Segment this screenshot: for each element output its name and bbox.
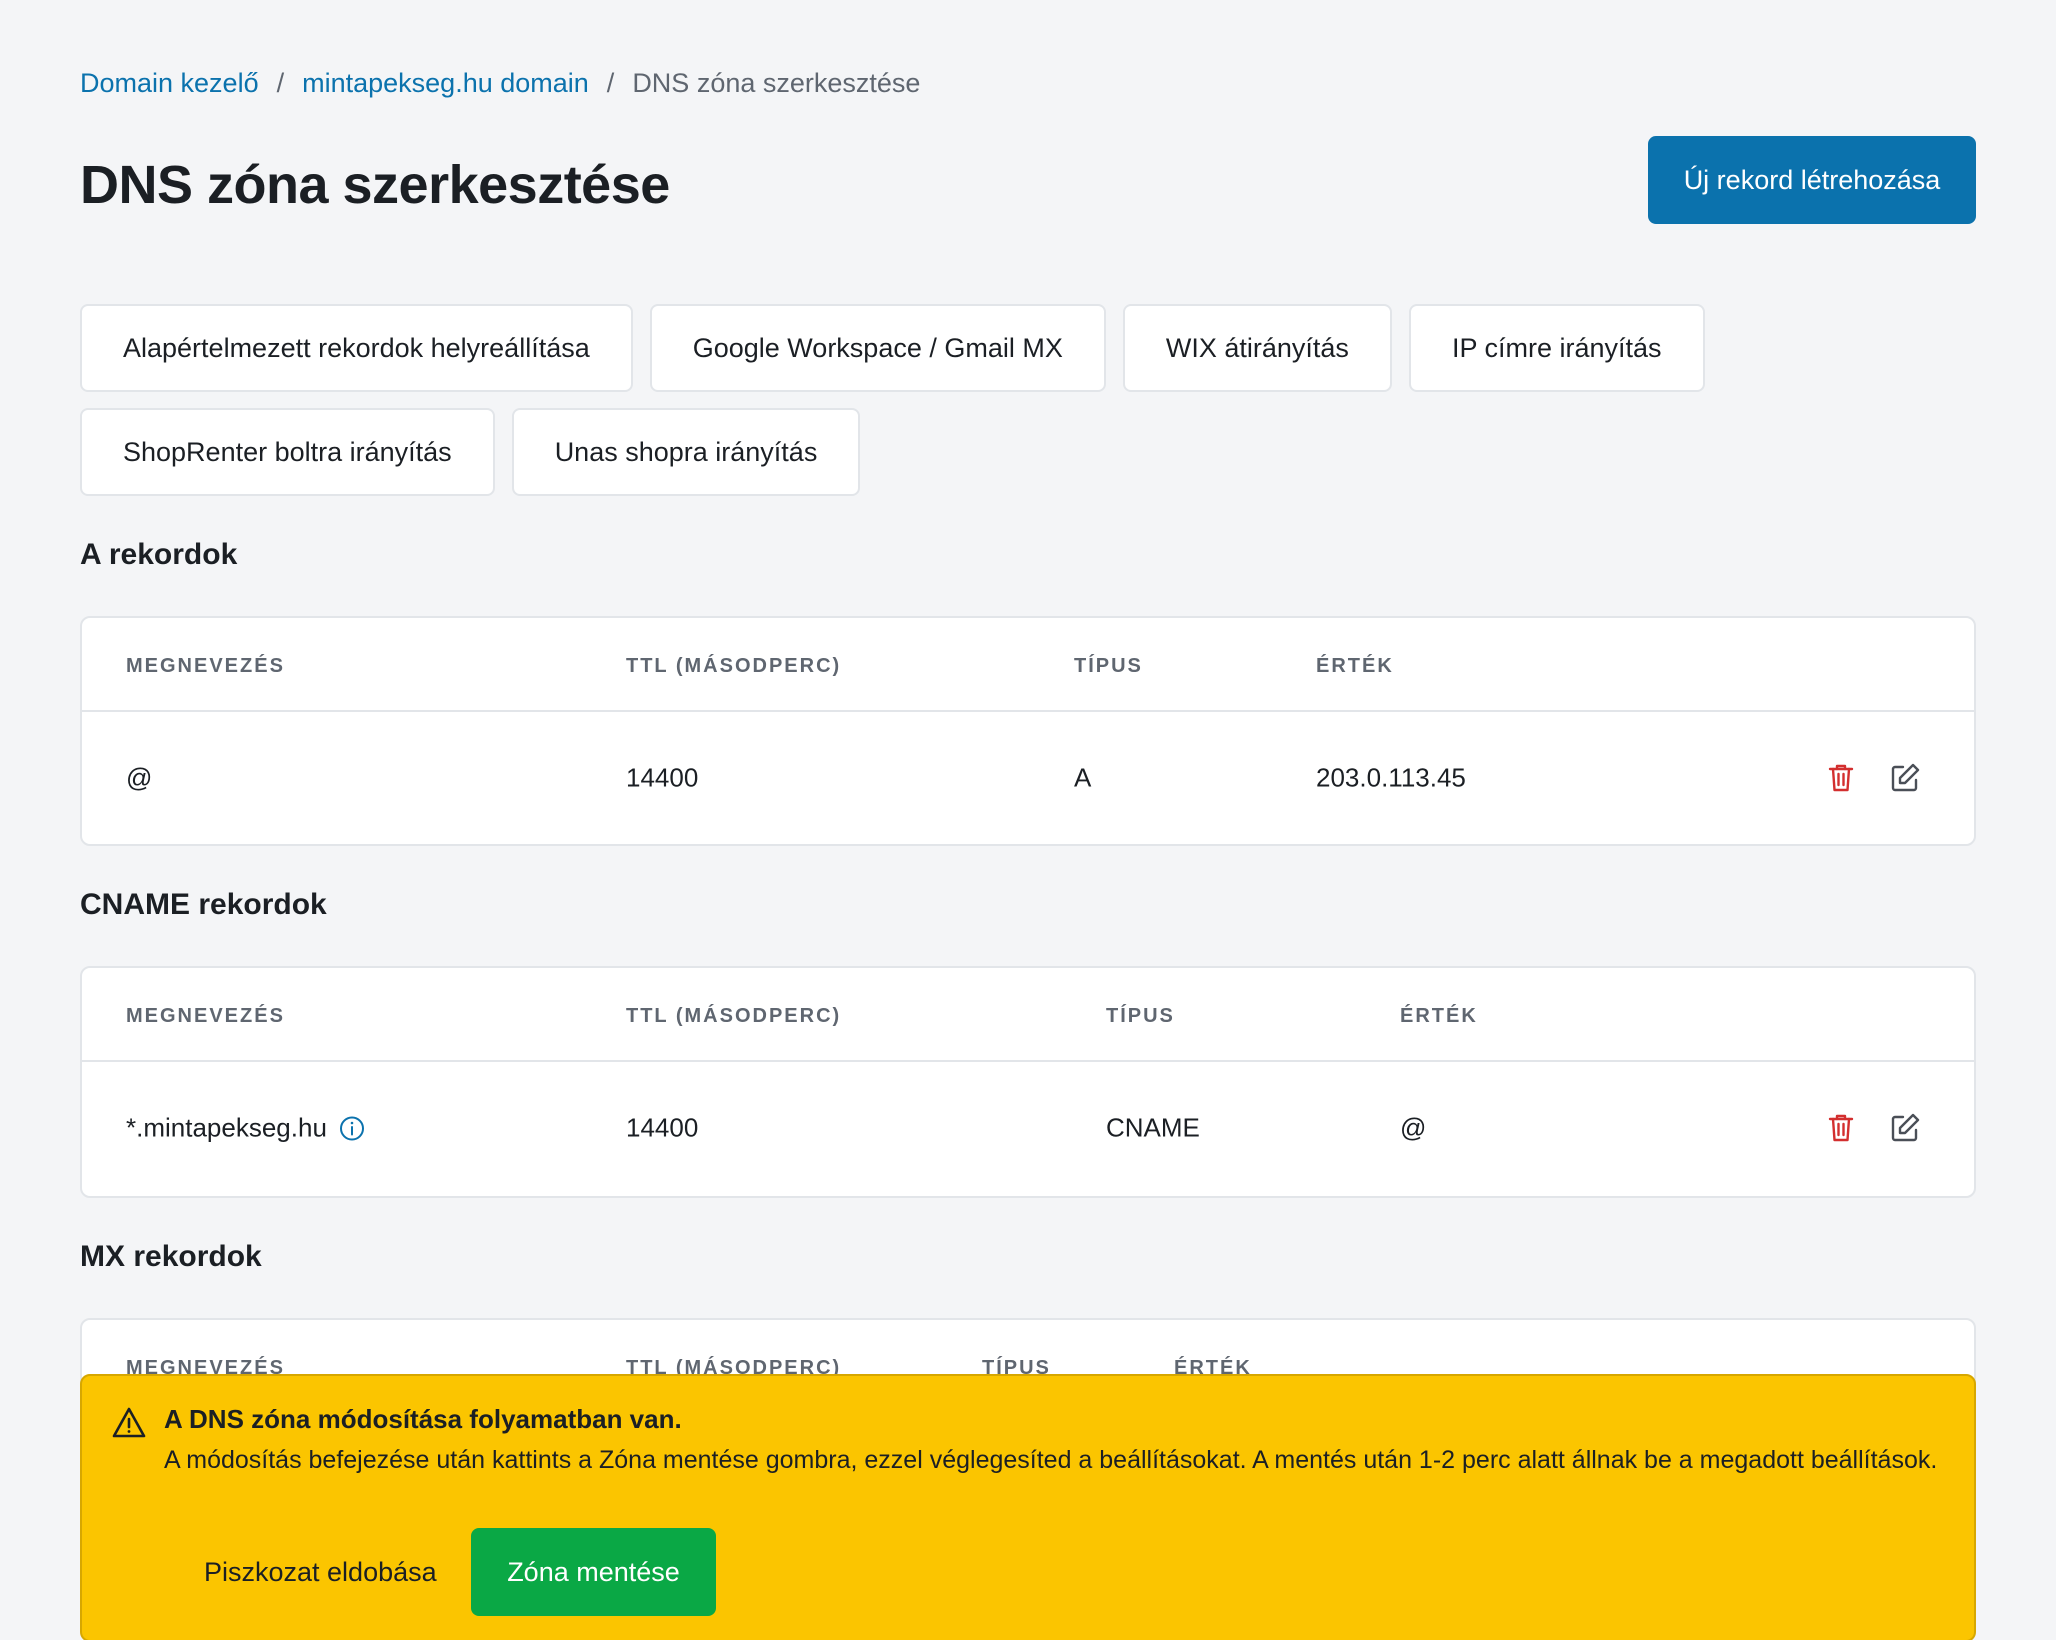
column-ttl: TTL (MÁSODPERC) xyxy=(626,655,842,677)
breadcrumb-separator: / xyxy=(606,68,615,98)
a-records-title: A rekordok xyxy=(80,538,238,571)
banner-title: A DNS zóna módosítása folyamatban van. xyxy=(164,1404,682,1434)
row-actions xyxy=(1824,761,1922,795)
breadcrumb-domain[interactable]: mintapekseg.hu domain xyxy=(302,68,589,99)
column-value: ÉRTÉK xyxy=(1316,655,1394,677)
warning-icon xyxy=(112,1406,146,1440)
column-value: ÉRTÉK xyxy=(1400,1005,1478,1027)
table-row: *.mintapekseg.hu 14400 CNAME @ xyxy=(82,1062,1974,1194)
breadcrumb: Domain kezelő / mintapekseg.hu domain / … xyxy=(80,68,920,99)
record-value: 203.0.113.45 xyxy=(1316,762,1466,793)
record-type: CNAME xyxy=(1106,1112,1200,1143)
column-name: MEGNEVEZÉS xyxy=(126,1005,285,1027)
breadcrumb-domain-manager[interactable]: Domain kezelő xyxy=(80,68,259,99)
save-zone-button[interactable]: Zóna mentése xyxy=(471,1528,716,1616)
record-name-cell: *.mintapekseg.hu xyxy=(126,1113,365,1144)
page-title: DNS zóna szerkesztése xyxy=(80,155,670,215)
wix-redirect-button[interactable]: WIX átirányítás xyxy=(1122,304,1392,392)
row-actions xyxy=(1824,1111,1922,1145)
info-icon[interactable] xyxy=(339,1115,365,1141)
record-name: @ xyxy=(126,762,153,793)
record-name: *.mintapekseg.hu xyxy=(126,1112,327,1143)
shoprenter-redirect-button[interactable]: ShopRenter boltra irányítás xyxy=(80,408,495,496)
record-value: @ xyxy=(1400,1112,1427,1143)
column-type: TÍPUS xyxy=(1074,655,1143,677)
new-record-button[interactable]: Új rekord létrehozása xyxy=(1648,136,1976,224)
discard-draft-button[interactable]: Piszkozat eldobása xyxy=(164,1528,477,1616)
table-header: MEGNEVEZÉS TTL (MÁSODPERC) TÍPUS ÉRTÉK xyxy=(82,618,1974,712)
trash-icon[interactable] xyxy=(1824,761,1858,795)
column-name: MEGNEVEZÉS xyxy=(126,655,285,677)
breadcrumb-current: DNS zóna szerkesztése xyxy=(632,68,921,98)
restore-default-records-button[interactable]: Alapértelmezett rekordok helyreállítása xyxy=(80,304,633,392)
record-type: A xyxy=(1074,762,1092,793)
record-ttl: 14400 xyxy=(626,762,699,793)
dns-zone-editor-page: Domain kezelő / mintapekseg.hu domain / … xyxy=(0,0,2056,1640)
cname-records-title: CNAME rekordok xyxy=(80,888,327,921)
column-type: TÍPUS xyxy=(1106,1005,1175,1027)
table-row: @ 14400 A 203.0.113.45 xyxy=(82,712,1974,844)
ip-redirect-button[interactable]: IP címre irányítás xyxy=(1408,304,1705,392)
unas-redirect-button[interactable]: Unas shopra irányítás xyxy=(511,408,861,496)
draft-warning-banner: A DNS zóna módosítása folyamatban van. A… xyxy=(80,1374,1976,1640)
breadcrumb-separator: / xyxy=(276,68,285,98)
mx-records-title: MX rekordok xyxy=(80,1240,262,1273)
column-ttl: TTL (MÁSODPERC) xyxy=(626,1005,842,1027)
trash-icon[interactable] xyxy=(1824,1111,1858,1145)
edit-icon[interactable] xyxy=(1888,761,1922,795)
table-header: MEGNEVEZÉS TTL (MÁSODPERC) TÍPUS ÉRTÉK xyxy=(82,968,1974,1062)
banner-text: A módosítás befejezése után kattints a Z… xyxy=(164,1446,1938,1474)
google-workspace-mx-button[interactable]: Google Workspace / Gmail MX xyxy=(649,304,1106,392)
cname-records-table: MEGNEVEZÉS TTL (MÁSODPERC) TÍPUS ÉRTÉK *… xyxy=(80,966,1976,1198)
preset-buttons-row: Alapértelmezett rekordok helyreállítása … xyxy=(80,304,1705,392)
a-records-table: MEGNEVEZÉS TTL (MÁSODPERC) TÍPUS ÉRTÉK @… xyxy=(80,616,1976,846)
record-ttl: 14400 xyxy=(626,1112,699,1143)
preset-buttons-row: ShopRenter boltra irányítás Unas shopra … xyxy=(80,408,861,496)
edit-icon[interactable] xyxy=(1888,1111,1922,1145)
